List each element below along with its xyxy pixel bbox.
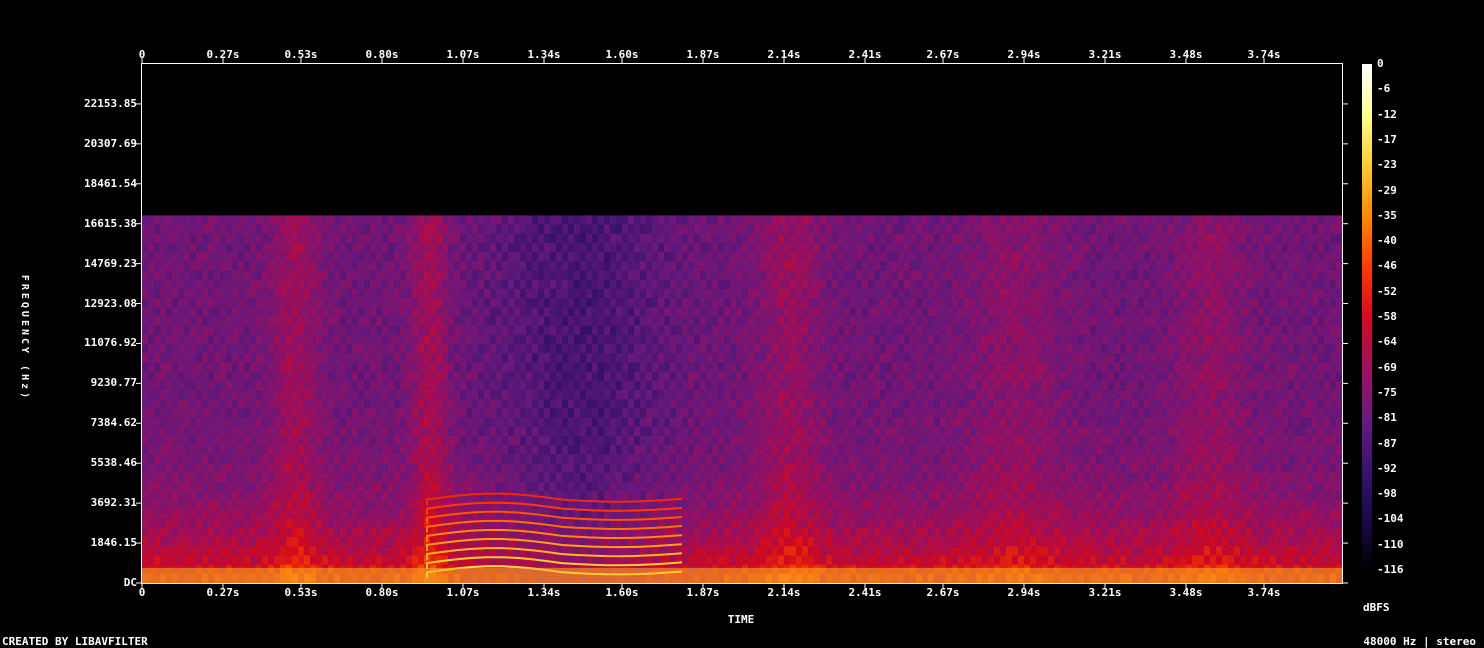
x-tick-label-top: 1.34s (527, 48, 561, 61)
y-tick-label: 16615.38 (84, 216, 137, 230)
x-tick-label-bottom: 0 (138, 586, 146, 599)
x-tick-label-top: 2.41s (848, 48, 882, 61)
y-tick-label: 7384.62 (90, 416, 137, 430)
y-tick-label: 11076.92 (84, 336, 137, 350)
x-tick-label-top: 0 (138, 48, 146, 61)
colorbar-tick-label: -64 (1377, 335, 1397, 349)
colorbar-tick-label: -104 (1377, 512, 1404, 526)
colorbar-tick-label: -116 (1377, 563, 1404, 576)
x-tick-label-top: 2.14s (767, 48, 801, 61)
spectrogram-chart (136, 58, 1372, 589)
x-tick-label-bottom: 1.87s (686, 586, 720, 599)
colorbar-tick-label: -87 (1377, 436, 1397, 450)
colorbar-tick-label: -35 (1377, 208, 1397, 222)
plot-area (142, 64, 1342, 583)
x-tick-label-bottom: 3.74s (1247, 586, 1281, 599)
x-tick-label-top: 3.21s (1088, 48, 1122, 61)
colorbar-tick-label: -110 (1377, 537, 1404, 551)
x-axis-label: TIME (727, 613, 755, 626)
y-tick-label: 14769.23 (84, 256, 137, 270)
y-tick-label: 20307.69 (84, 136, 137, 150)
colorbar-tick-label: -58 (1377, 310, 1397, 323)
colorbar-tick-label: -75 (1377, 385, 1397, 399)
colorbar-tick-label: -46 (1377, 259, 1397, 273)
x-tick-label-bottom: 1.07s (446, 586, 480, 599)
x-tick-label-bottom: 0.53s (284, 586, 318, 599)
colorbar-tick-label: -81 (1377, 411, 1397, 425)
x-tick-label-bottom: 3.48s (1169, 586, 1203, 599)
x-tick-label-top: 2.94s (1007, 48, 1041, 61)
x-tick-label-bottom: 3.21s (1088, 586, 1122, 599)
x-tick-label-bottom: 2.94s (1007, 586, 1041, 599)
x-tick-label-bottom: 0.80s (365, 586, 399, 599)
y-tick-label: 5538.46 (90, 456, 137, 470)
x-tick-label-bottom: 0.27s (206, 586, 240, 599)
colorbar-tick-label: -17 (1377, 132, 1397, 146)
x-tick-label-top: 1.07s (446, 48, 480, 61)
x-tick-label-top: 0.27s (206, 48, 240, 61)
colorbar-label: dBFS (1363, 601, 1390, 614)
y-tick-label: 9230.77 (90, 376, 137, 390)
low-frequency-band (142, 567, 1342, 583)
y-tick-label: DC (123, 576, 137, 589)
y-tick-label: 18461.54 (84, 176, 137, 190)
y-axis-label: FREQUENCY (Hz) (19, 274, 30, 402)
x-tick-label-bottom: 2.14s (767, 586, 801, 599)
y-tick-label: 3692.31 (90, 496, 137, 510)
footer-sample-info: 48000 Hz | stereo (1363, 635, 1476, 648)
x-tick-label-top: 3.74s (1247, 48, 1281, 61)
x-tick-label-bottom: 1.34s (527, 586, 561, 599)
x-tick-label-bottom: 2.67s (926, 586, 960, 599)
x-tick-label-top: 1.60s (605, 48, 639, 61)
colorbar-tick-label: 0 (1377, 57, 1384, 70)
y-tick-label: 12923.08 (84, 296, 137, 310)
colorbar-tick-label: -40 (1377, 234, 1397, 248)
colorbar-tick-label: -69 (1377, 360, 1397, 374)
x-tick-label-top: 2.67s (926, 48, 960, 61)
x-tick-label-top: 0.80s (365, 48, 399, 61)
colorbar-tick-label: -23 (1377, 158, 1397, 172)
x-tick-label-bottom: 2.41s (848, 586, 882, 599)
colorbar (1362, 64, 1372, 570)
colorbar-tick-label: -12 (1377, 107, 1397, 121)
x-tick-label-top: 3.48s (1169, 48, 1203, 61)
footer-created-by: CREATED BY LIBAVFILTER (2, 635, 148, 648)
x-tick-label-bottom: 1.60s (605, 586, 639, 599)
x-tick-label-top: 0.53s (284, 48, 318, 61)
y-tick-label: 22153.85 (84, 96, 137, 110)
colorbar-tick-label: -92 (1377, 461, 1397, 475)
x-tick-label-top: 1.87s (686, 48, 720, 61)
colorbar-tick-label: -29 (1377, 183, 1397, 197)
y-tick-label: 1846.15 (90, 536, 137, 550)
colorbar-tick-label: -6 (1377, 82, 1391, 96)
colorbar-tick-label: -98 (1377, 487, 1397, 501)
colorbar-tick-label: -52 (1377, 284, 1397, 298)
